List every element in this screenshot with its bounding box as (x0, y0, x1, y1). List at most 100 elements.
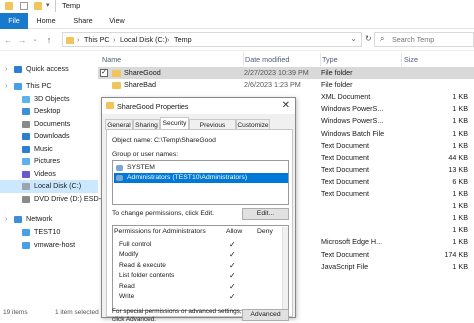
cell-size: 1 KB (452, 92, 468, 102)
cell-type: Microsoft Edge H... (321, 237, 383, 247)
column-header-size[interactable]: Size (401, 53, 461, 66)
permission-name: Read (119, 282, 135, 290)
column-header-name[interactable]: Name (102, 53, 242, 66)
drive-icon (22, 183, 30, 190)
search-input[interactable]: ⌕ Search Temp (374, 32, 474, 47)
sidebar-item-label: DVD Drive (D:) ESD- (34, 193, 102, 203)
advanced-button[interactable]: Advanced (242, 309, 289, 321)
deny-header: Deny (257, 228, 273, 235)
properties-icon[interactable] (20, 2, 28, 10)
cell-type: Windows Batch File (321, 128, 385, 138)
new-folder-icon[interactable] (34, 2, 42, 10)
folder-icon (106, 102, 114, 109)
title-bar: ▾ Temp (0, 0, 474, 13)
permission-row: Full control ✓ (113, 240, 288, 250)
sidebar-item-pictures[interactable]: Pictures (0, 155, 98, 168)
cell-type: Text Document (321, 249, 369, 259)
desktop-icon (22, 108, 30, 115)
edit-button[interactable]: Edit... (242, 208, 289, 220)
breadcrumb-this-pc[interactable]: This PC (84, 35, 110, 44)
column-header-date[interactable]: Date modified (243, 53, 319, 66)
chevron-down-icon[interactable]: ⌄ (350, 34, 357, 43)
customize-qat-icon[interactable]: ▾ (46, 1, 50, 9)
advanced-text-2: click Advanced. (112, 316, 157, 323)
dvd-icon (22, 195, 30, 203)
breadcrumb-local-disk[interactable]: Local Disk (C:) (120, 35, 167, 44)
permission-row: Read & execute ✓ (113, 261, 288, 271)
expand-chevron-icon[interactable]: › (5, 80, 7, 93)
sidebar-item-dvd-drive-d-esd[interactable]: DVD Drive (D:) ESD- (0, 193, 102, 206)
advanced-text-1: For special permissions or advanced sett… (112, 308, 242, 315)
ribbon: File Home Share View (0, 13, 474, 29)
cell-type: XML Document (321, 92, 371, 102)
cell-size: 1 KB (452, 201, 468, 211)
expand-chevron-icon[interactable]: › (5, 213, 7, 226)
cell-type: File folder (321, 80, 353, 90)
properties-dialog: ShareGood Properties ✕ General Sharing S… (101, 97, 296, 323)
back-arrow-icon[interactable]: ← (2, 33, 14, 47)
group-item[interactable]: SYSTEM (114, 163, 288, 173)
close-icon[interactable]: ✕ (282, 100, 290, 111)
up-arrow-icon[interactable]: ↑ (43, 33, 55, 47)
sidebar-item-local-disk-c[interactable]: Local Disk (C:) (0, 180, 98, 193)
forward-arrow-icon[interactable]: → (16, 33, 28, 47)
cell-type: Windows PowerS... (321, 104, 384, 114)
permission-row: Modify ✓ (113, 250, 288, 260)
permission-row: Write ✓ (113, 292, 288, 302)
cell-type: Text Document (321, 140, 369, 150)
sidebar-item-3d-objects[interactable]: 3D Objects (0, 93, 98, 106)
group-names-label: Group or user names: (112, 151, 179, 158)
sidebar-item-network[interactable]: › Network (0, 213, 98, 226)
search-placeholder: Search Temp (392, 35, 435, 44)
sidebar-item-label: Downloads (34, 131, 70, 140)
breadcrumb-separator-icon: › (77, 35, 80, 44)
sidebar-item-vmware-host[interactable]: vmware-host (0, 239, 98, 252)
tab-view[interactable]: View (106, 13, 128, 29)
sidebar-item-music[interactable]: Music (0, 143, 98, 156)
expand-chevron-icon[interactable]: › (5, 63, 7, 76)
sidebar-item-test10[interactable]: TEST10 (0, 226, 98, 239)
sidebar-item-videos[interactable]: Videos (0, 168, 98, 181)
sidebar-item-label: This PC (26, 81, 52, 90)
document-icon (22, 120, 30, 128)
table-row[interactable]: ShareBad 2/6/2023 1:23 PM File folder (98, 79, 474, 91)
sidebar-item-label: TEST10 (34, 227, 61, 236)
column-header-type[interactable]: Type (320, 53, 400, 66)
object-name-label: Object name: (112, 137, 153, 144)
cell-type: Text Document (321, 164, 369, 174)
cell-size: 1 KB (452, 189, 468, 198)
sidebar-item-label: Videos (34, 168, 56, 178)
permission-allow-check: ✓ (229, 271, 236, 281)
sidebar-item-downloads[interactable]: Downloads (0, 130, 98, 143)
tab-file[interactable]: File (0, 13, 28, 29)
folder-icon (5, 2, 13, 10)
folder-icon (112, 82, 121, 90)
cell-size: 1 KB (452, 213, 468, 223)
cell-size: 1 KB (452, 128, 468, 138)
network-icon (14, 216, 22, 223)
picture-icon (22, 158, 30, 165)
sidebar-item-this-pc[interactable]: › This PC (0, 80, 98, 93)
row-checkbox[interactable]: ✓ (100, 69, 108, 77)
breadcrumb-temp[interactable]: Temp (174, 35, 192, 44)
refresh-icon[interactable]: ↻ (365, 34, 372, 43)
group-item-label: SYSTEM (127, 164, 155, 171)
video-icon (22, 170, 30, 178)
address-bar[interactable]: › This PC › Local Disk (C:) › Temp ⌄ (62, 32, 362, 47)
sidebar-item-documents[interactable]: Documents (0, 118, 98, 131)
sidebar-item-desktop[interactable]: Desktop (0, 105, 98, 118)
table-row[interactable]: ✓ ShareGood 2/27/2023 10:39 PM File folder (98, 67, 474, 80)
group-item[interactable]: Administrators (TEST10\Administrators) (114, 173, 288, 183)
permissions-scrollbar[interactable] (282, 227, 288, 311)
security-panel: Object name: C:\Temp\ShareGood Group or … (106, 129, 293, 323)
tab-home[interactable]: Home (34, 13, 58, 29)
sidebar-item-quick-access[interactable]: › Quick access (0, 63, 98, 76)
tab-share[interactable]: Share (70, 13, 96, 29)
user-group-icon (116, 175, 123, 181)
computer-icon (14, 83, 22, 90)
recent-locations-icon[interactable]: ⌄ (29, 33, 41, 47)
group-list[interactable]: SYSTEM Administrators (TEST10\Administrat… (112, 160, 289, 205)
sidebar-item-label: Local Disk (C:) (34, 181, 82, 190)
object-name-value: C:\Temp\ShareGood (154, 137, 216, 144)
dialog-title-bar: ShareGood Properties ✕ (102, 98, 295, 114)
